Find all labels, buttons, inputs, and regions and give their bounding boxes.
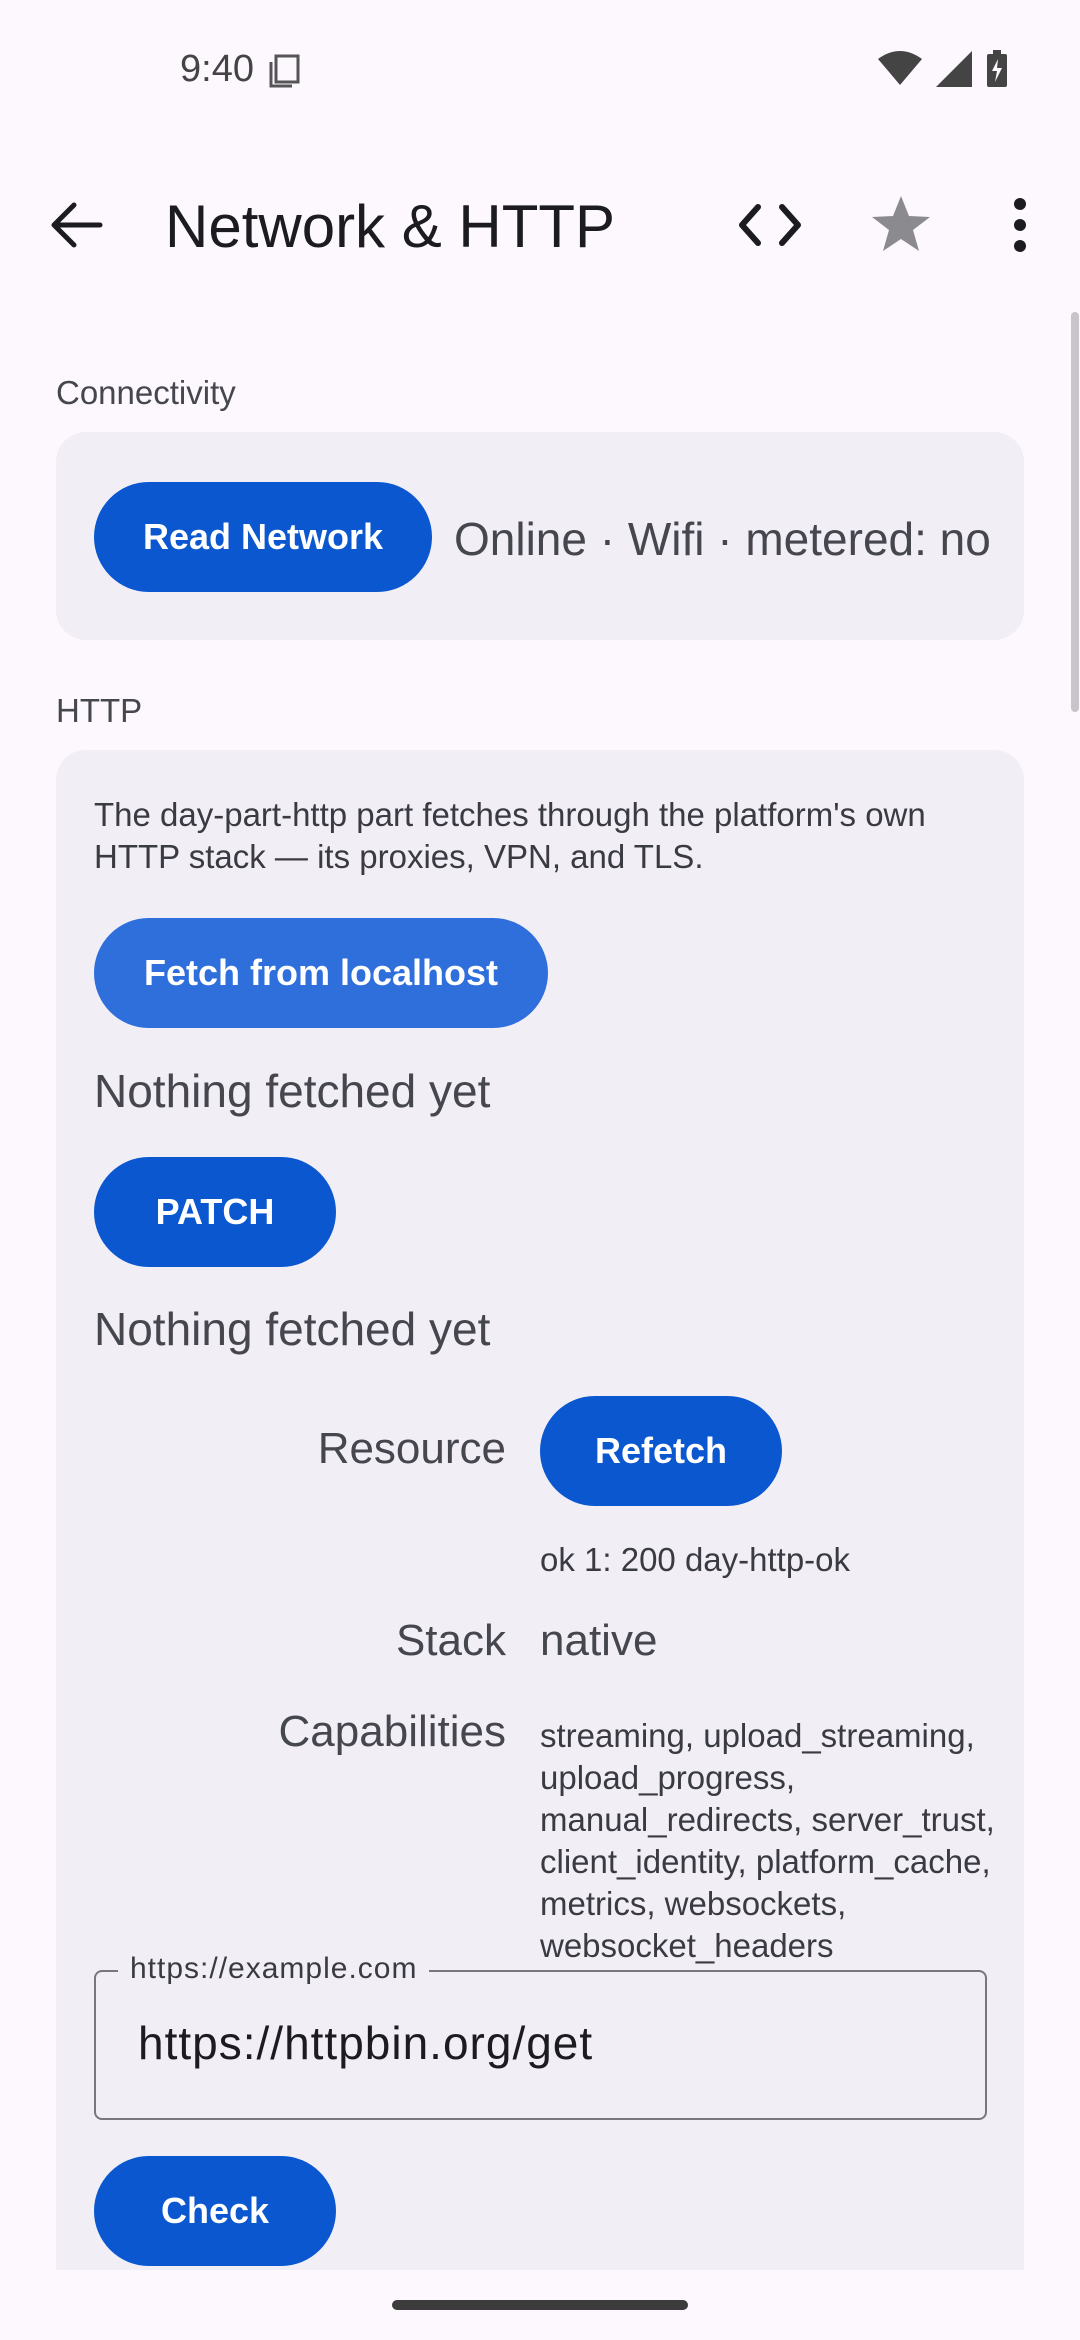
url-field-label: https://example.com <box>118 1952 430 1986</box>
patch-result-text: Nothing fetched yet <box>94 1303 491 1355</box>
check-button[interactable]: Check <box>94 2156 336 2266</box>
refetch-button[interactable]: Refetch <box>540 1396 782 1506</box>
url-input[interactable] <box>138 2016 938 2070</box>
stack-label: Stack <box>395 1616 506 1665</box>
status-bar: 9:40 <box>0 0 1080 140</box>
url-field[interactable]: https://example.com <box>94 1952 987 2120</box>
home-indicator[interactable] <box>392 2300 688 2310</box>
wifi-icon <box>878 51 922 85</box>
star-icon[interactable] <box>866 190 936 260</box>
capabilities-value: streaming, upload_streaming, upload_prog… <box>540 1717 995 1964</box>
connectivity-section-label: Connectivity <box>56 374 236 411</box>
sim-card-icon <box>269 54 300 88</box>
resource-result-text: ok 1: 200 day-http-ok <box>540 1541 851 1578</box>
stack-value: native <box>540 1616 658 1665</box>
back-arrow-icon[interactable] <box>42 190 112 260</box>
page-title: Network & HTTP <box>165 193 616 260</box>
app-bar: Network & HTTP <box>0 170 1080 280</box>
network-status-text: Online · Wifi · metered: no <box>454 513 991 565</box>
http-description: The day-part-http part fetches through t… <box>94 796 926 875</box>
battery-icon <box>987 50 1007 87</box>
scrollbar[interactable] <box>1071 312 1079 712</box>
fetch-localhost-button[interactable]: Fetch from localhost <box>94 918 548 1028</box>
resource-label: Resource <box>317 1424 506 1473</box>
status-time: 9:40 <box>180 48 254 90</box>
http-section-label: HTTP <box>56 692 143 729</box>
capabilities-label: Capabilities <box>278 1707 506 1756</box>
fetch-result-text: Nothing fetched yet <box>94 1065 491 1117</box>
signal-icon <box>936 51 972 87</box>
read-network-button[interactable]: Read Network <box>94 482 432 592</box>
more-vert-icon[interactable] <box>1000 190 1040 260</box>
patch-button[interactable]: PATCH <box>94 1157 336 1267</box>
code-icon[interactable] <box>734 192 806 258</box>
